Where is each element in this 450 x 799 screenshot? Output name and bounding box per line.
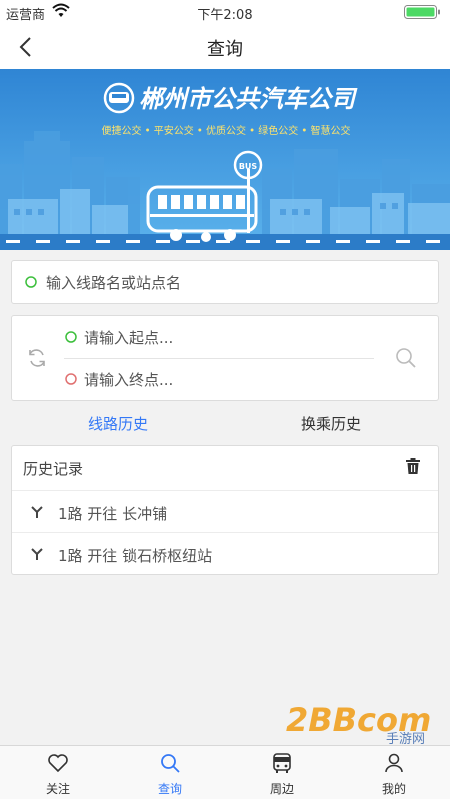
trash-icon[interactable] <box>406 458 420 474</box>
history-item-text: 1路 开往 长冲铺 <box>58 505 168 523</box>
company-name: 郴州市公共汽车公司 <box>139 85 358 113</box>
history-item-text: 1路 开往 锁石桥枢纽站 <box>58 547 213 565</box>
tabbar-follow[interactable]: 关注 <box>2 746 114 799</box>
history-tabs: 线路历史 换乘历史 <box>0 404 450 444</box>
route-planner-box <box>11 315 439 401</box>
user-icon <box>385 753 403 773</box>
tabbar-label: 我的 <box>381 782 406 796</box>
divider <box>64 358 374 359</box>
tab-transfer-history[interactable]: 换乘历史 <box>256 413 406 434</box>
history-list: 历史记录 1路 开往 长冲铺 1路 开往 锁石桥枢纽站 <box>11 445 439 575</box>
end-point-input[interactable] <box>84 366 374 394</box>
start-dot-icon <box>65 331 77 343</box>
route-fork-icon <box>31 548 43 560</box>
end-dot-icon <box>65 373 77 385</box>
route-search-icon[interactable] <box>394 346 418 370</box>
search-icon <box>161 754 180 773</box>
company-slogan: 便捷公交 • 平安公交 • 优质公交 • 绿色公交 • 智慧公交 <box>101 124 350 137</box>
history-item[interactable]: 1路 开往 锁石桥枢纽站 <box>12 532 438 574</box>
heart-icon <box>48 754 68 773</box>
bottom-tab-bar: 关注 查询 周边 我的 <box>0 745 450 799</box>
tabbar-mine[interactable]: 我的 <box>338 746 450 799</box>
history-title: 历史记录 <box>23 460 84 478</box>
nav-bar: 查询 <box>0 24 450 69</box>
bus-stop-sign-label: BUS <box>239 162 258 171</box>
tabbar-label: 查询 <box>157 782 182 796</box>
bus-icon <box>273 753 291 773</box>
history-item[interactable]: 1路 开往 长冲铺 <box>12 490 438 532</box>
start-point-input[interactable] <box>84 324 374 352</box>
swap-icon[interactable] <box>26 347 48 369</box>
tabbar-label: 关注 <box>45 782 70 796</box>
green-dot-icon <box>25 276 37 288</box>
banner-image: BUS 郴州市公共汽车公司 便捷公交 • 平安公交 • 优质公交 • 绿色公交 … <box>0 69 450 250</box>
line-search-box <box>11 260 439 304</box>
status-time: 下午2:08 <box>197 8 253 23</box>
tabbar-nearby[interactable]: 周边 <box>226 746 338 799</box>
site-watermark: 2BBcom 手游网 <box>286 701 431 747</box>
tabbar-label: 周边 <box>269 782 294 796</box>
route-fork-icon <box>31 506 43 518</box>
tab-line-history[interactable]: 线路历史 <box>43 413 193 434</box>
line-or-stop-search-input[interactable] <box>46 269 426 297</box>
tabbar-query[interactable]: 查询 <box>114 746 226 799</box>
page-title: 查询 <box>207 39 243 60</box>
battery-icon <box>404 5 440 19</box>
status-bar: 运营商 下午2:08 <box>0 0 450 24</box>
